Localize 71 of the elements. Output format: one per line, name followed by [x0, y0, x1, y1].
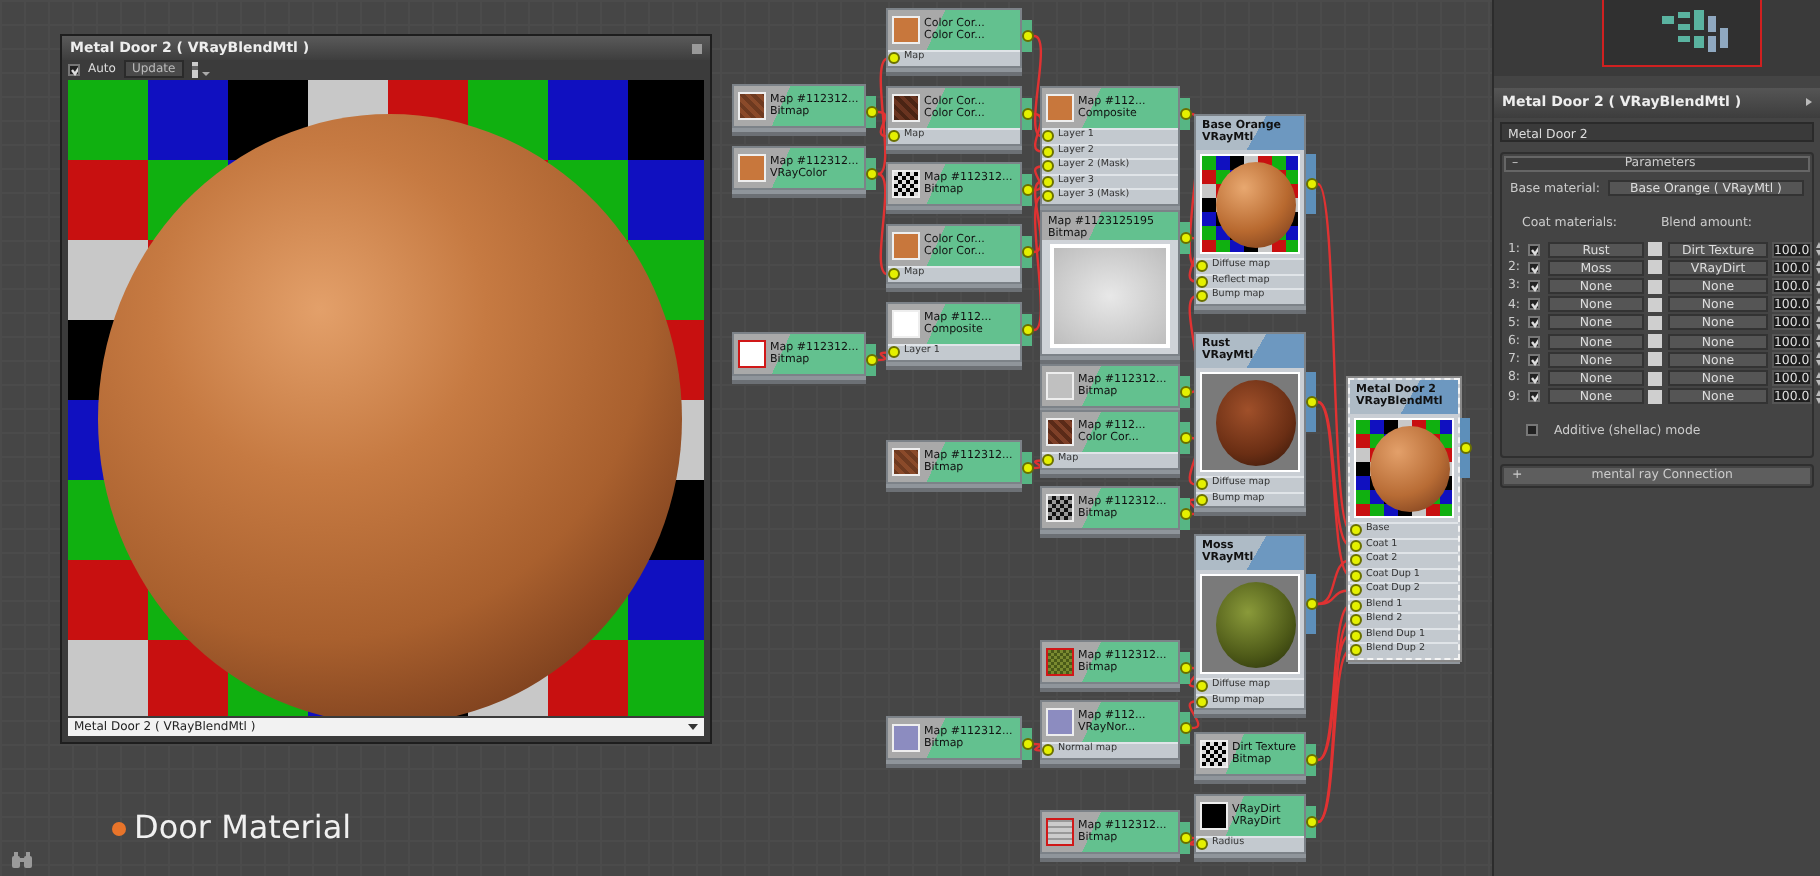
- coat-checkbox[interactable]: [1528, 280, 1540, 293]
- navigator-minimap-drawing[interactable]: [1602, 0, 1762, 68]
- color-swatch[interactable]: [1648, 371, 1662, 386]
- socket-icon[interactable]: [1306, 598, 1318, 610]
- color-swatch[interactable]: [1648, 389, 1662, 404]
- color-swatch[interactable]: [1648, 352, 1662, 367]
- texture-thumbnail: [1046, 818, 1074, 846]
- color-swatch[interactable]: [1648, 279, 1662, 294]
- texture-thumbnail: [738, 340, 766, 368]
- auto-checkbox[interactable]: [68, 63, 80, 75]
- connection-wire: [1033, 459, 1043, 470]
- socket-icon[interactable]: [1022, 324, 1034, 336]
- connection-wire: [1033, 742, 1043, 752]
- coat-checkbox[interactable]: [1528, 390, 1540, 403]
- background-toggle-icon[interactable]: [191, 61, 210, 77]
- texture-thumbnail: [892, 94, 920, 122]
- dropdown-arrow-icon: [688, 724, 698, 730]
- texture-thumbnail: [738, 154, 766, 182]
- binoculars-icon[interactable]: [12, 852, 32, 868]
- socket-icon[interactable]: [1180, 722, 1192, 734]
- texture-thumbnail: [1046, 494, 1074, 522]
- coat-checkbox[interactable]: [1528, 298, 1540, 311]
- socket-icon[interactable]: [1022, 30, 1034, 42]
- socket-icon[interactable]: [1180, 108, 1192, 120]
- connection-wire: [1188, 700, 1200, 730]
- texture-thumbnail: [1046, 418, 1074, 446]
- caption-text: Door Material: [134, 806, 352, 850]
- coat-checkbox[interactable]: [1528, 335, 1540, 348]
- socket-icon[interactable]: [888, 52, 900, 65]
- additive-checkbox[interactable]: [1526, 424, 1538, 437]
- menu-icon[interactable]: [1806, 98, 1812, 107]
- socket-icon[interactable]: [866, 168, 878, 180]
- socket-icon[interactable]: [1022, 246, 1034, 258]
- material-sphere-drawing: [1216, 380, 1296, 466]
- texture-thumbnail: [1046, 372, 1074, 400]
- texture-thumbnail: [1200, 740, 1228, 768]
- texture-thumbnail: [1200, 802, 1228, 830]
- color-swatch[interactable]: [1648, 297, 1662, 312]
- texture-thumbnail: [892, 16, 920, 44]
- color-swatch[interactable]: [1648, 315, 1662, 330]
- coat-checkbox[interactable]: [1528, 372, 1540, 385]
- texture-thumbnail: [1050, 244, 1170, 348]
- socket-icon[interactable]: [888, 268, 900, 281]
- texture-thumbnail: [892, 448, 920, 476]
- texture-thumbnail: [1046, 708, 1074, 736]
- coat-checkbox[interactable]: [1528, 316, 1540, 329]
- coat-checkbox[interactable]: [1528, 261, 1540, 274]
- texture-thumbnail: [1046, 648, 1074, 676]
- socket-icon[interactable]: [1180, 432, 1192, 444]
- color-swatch[interactable]: [1648, 242, 1662, 257]
- close-icon[interactable]: [692, 43, 702, 53]
- socket-icon[interactable]: [1306, 396, 1318, 408]
- material-sphere-drawing: [1216, 582, 1296, 668]
- socket-icon[interactable]: [1306, 816, 1318, 828]
- socket-icon[interactable]: [1306, 754, 1318, 766]
- connection-wire: [877, 351, 889, 362]
- texture-thumbnail: [738, 92, 766, 120]
- color-swatch[interactable]: [1648, 334, 1662, 349]
- texture-thumbnail: [892, 724, 920, 752]
- texture-thumbnail: [892, 232, 920, 260]
- texture-thumbnail: [892, 310, 920, 338]
- coat-checkbox[interactable]: [1528, 243, 1540, 256]
- bullet-icon: [112, 821, 126, 835]
- coat-checkbox[interactable]: [1528, 353, 1540, 366]
- texture-thumbnail: [1046, 94, 1074, 122]
- socket-icon[interactable]: [1180, 386, 1192, 398]
- socket-icon[interactable]: [1460, 442, 1472, 454]
- socket-icon[interactable]: [1306, 178, 1318, 190]
- color-swatch[interactable]: [1648, 260, 1662, 275]
- socket-icon[interactable]: [1180, 232, 1192, 244]
- texture-thumbnail: [892, 170, 920, 198]
